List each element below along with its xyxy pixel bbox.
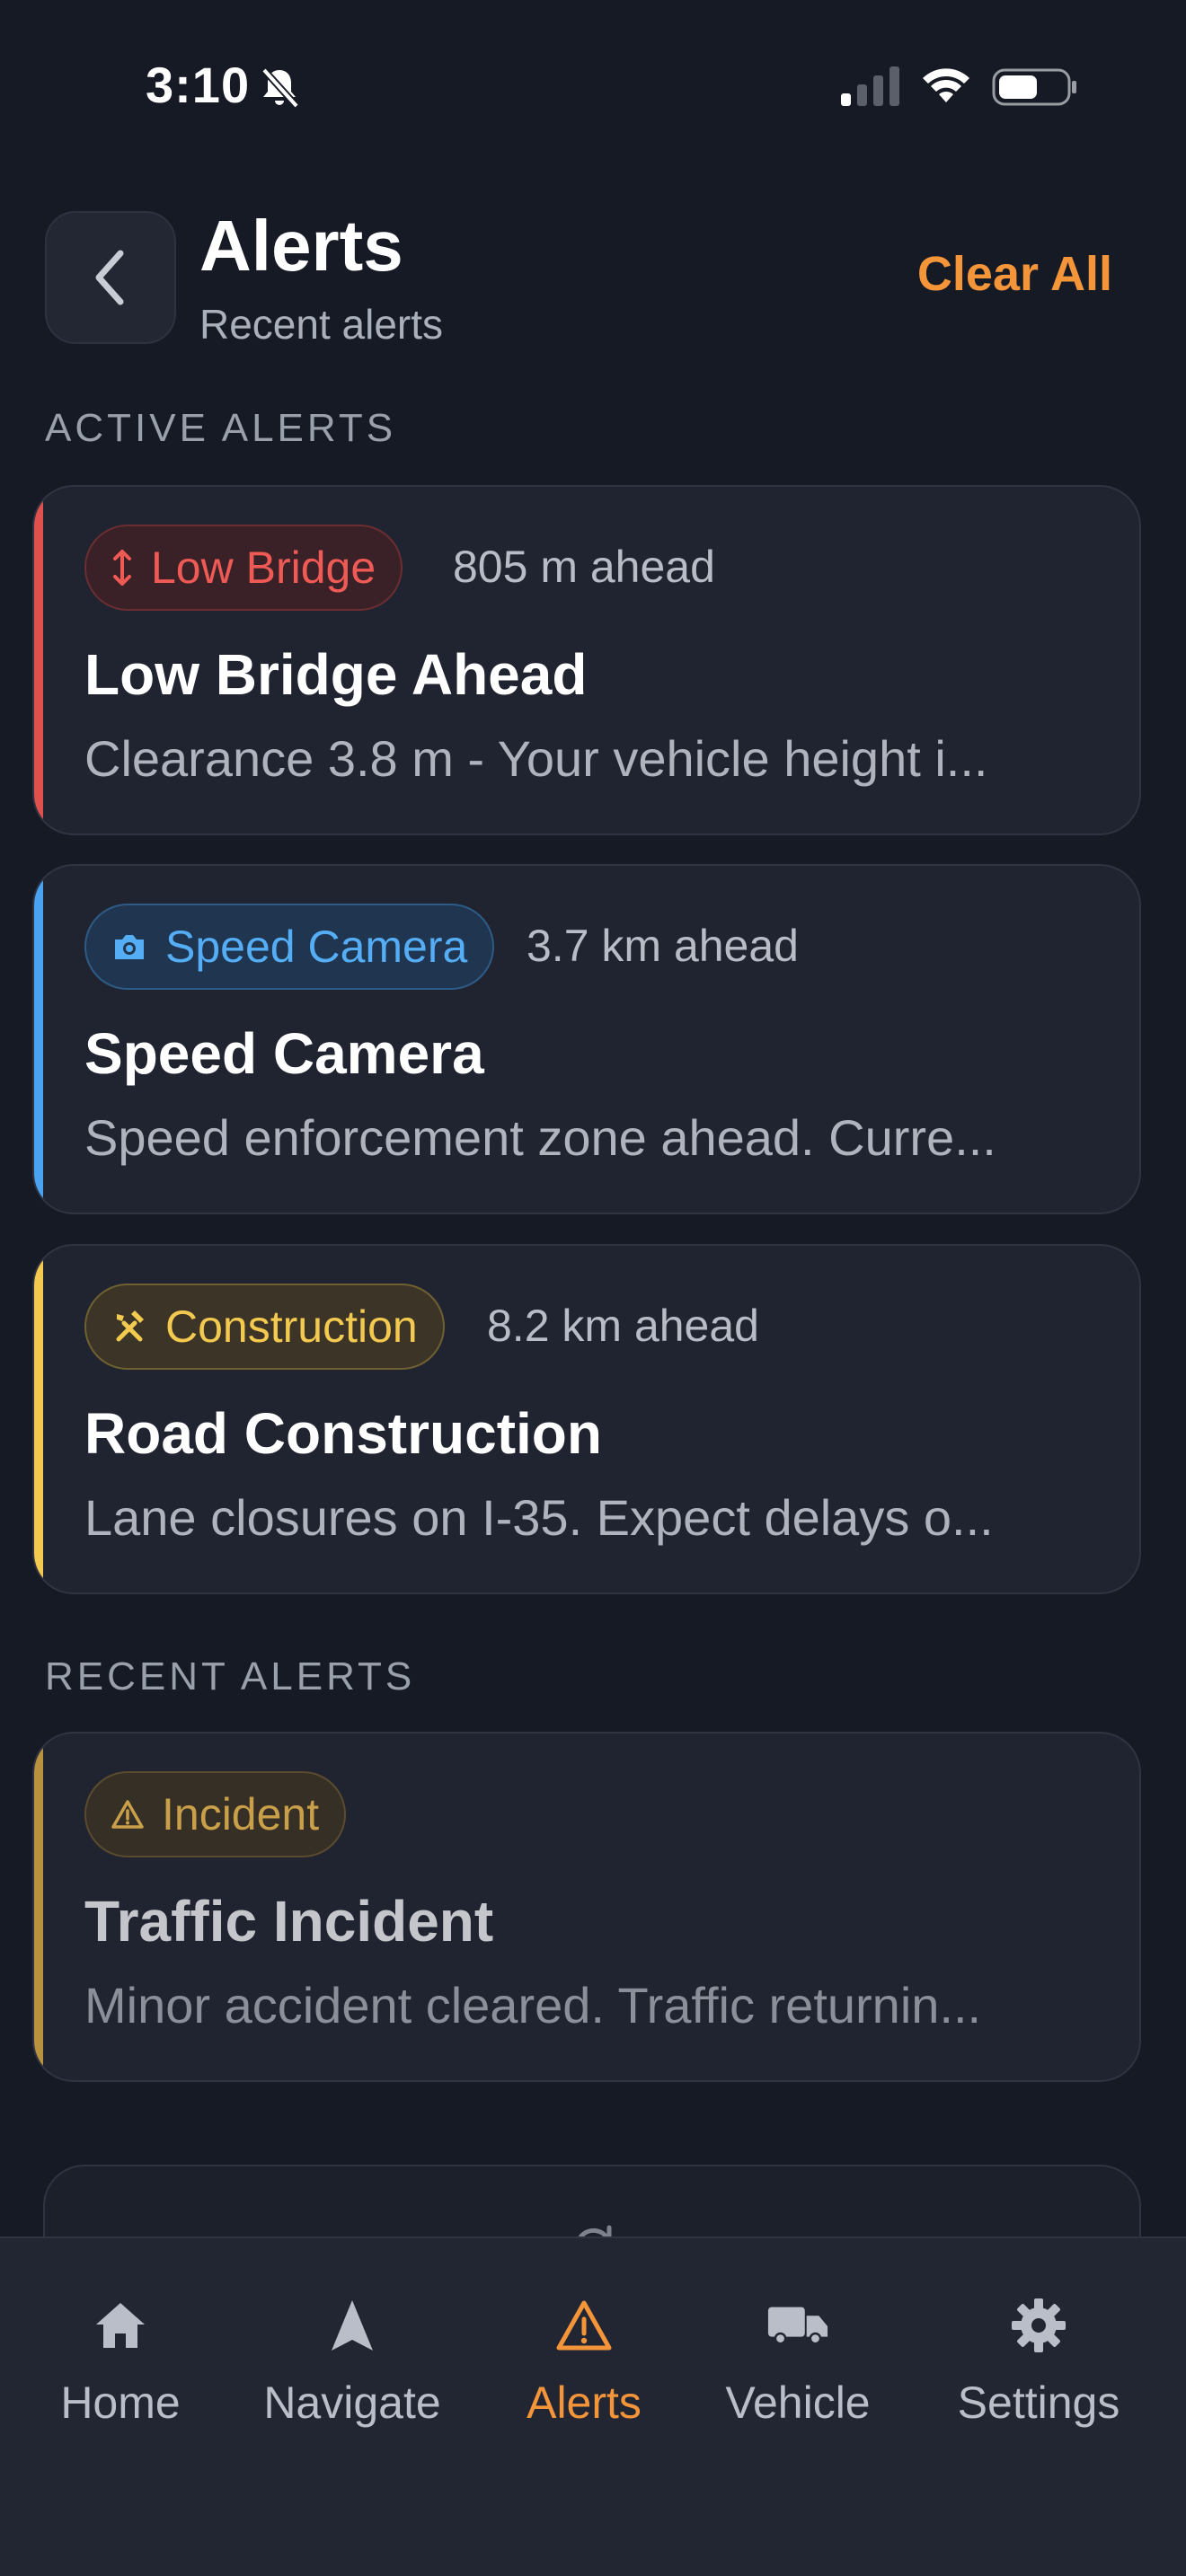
badge-label: Low Bridge (151, 543, 376, 593)
badge-label: Incident (162, 1789, 320, 1839)
tab-home[interactable]: Home (13, 2238, 228, 2472)
alert-card-construction[interactable]: Construction 8.2 km ahead Road Construct… (32, 1244, 1141, 1594)
alert-description: Minor accident cleared. Traffic returnin… (84, 1977, 982, 2033)
warning-icon (111, 1800, 144, 1829)
alert-accent-bar (34, 1734, 43, 2080)
alert-card-low-bridge[interactable]: Low Bridge 805 m ahead Low Bridge Ahead … (32, 485, 1141, 835)
page-title: Alerts (199, 206, 403, 286)
tab-label: Navigate (263, 2378, 441, 2428)
alert-triangle-icon (556, 2300, 612, 2351)
tab-label: Alerts (527, 2378, 642, 2428)
tab-label: Home (60, 2378, 181, 2428)
tab-label: Settings (957, 2378, 1120, 2428)
alert-distance: 3.7 km ahead (527, 921, 799, 971)
battery-icon (992, 68, 1076, 106)
wifi-icon (923, 68, 969, 102)
tab-label: Vehicle (725, 2378, 871, 2428)
home-icon (96, 2303, 145, 2348)
bell-muted-icon (261, 67, 299, 109)
status-bar: 3:10 (0, 0, 1186, 171)
alert-title: Road Construction (84, 1401, 602, 1466)
alert-description: Lane closures on I-35. Expect delays o..… (84, 1489, 994, 1546)
navigate-arrow-icon (332, 2300, 373, 2351)
tab-alerts[interactable]: Alerts (476, 2238, 692, 2472)
alert-title: Speed Camera (84, 1021, 484, 1086)
alert-description: Clearance 3.8 m - Your vehicle height i.… (84, 730, 988, 787)
badge-label: Construction (165, 1301, 418, 1352)
tab-navigate[interactable]: Navigate (244, 2238, 460, 2472)
alert-title: Low Bridge Ahead (84, 642, 588, 707)
alert-card-speed-camera[interactable]: Speed Camera 3.7 km ahead Speed Camera S… (32, 864, 1141, 1214)
back-button[interactable] (45, 211, 176, 344)
section-label-active: ACTIVE ALERTS (45, 406, 397, 450)
truck-icon (767, 2307, 828, 2345)
tab-bar: Home Navigate Alerts Vehicle Settings (0, 2236, 1186, 2576)
badge-label: Speed Camera (165, 922, 468, 972)
alert-type-badge: Construction (84, 1284, 445, 1370)
camera-icon (115, 935, 144, 959)
alert-type-badge: Low Bridge (84, 525, 403, 611)
alert-title: Traffic Incident (84, 1889, 494, 1954)
tab-settings[interactable]: Settings (931, 2238, 1146, 2472)
alert-distance: 805 m ahead (453, 542, 715, 592)
status-time: 3:10 (146, 57, 251, 113)
alert-accent-bar (34, 1246, 43, 1592)
clear-all-button[interactable]: Clear All (917, 246, 1112, 302)
alert-description: Speed enforcement zone ahead. Curre... (84, 1109, 996, 1166)
tab-vehicle[interactable]: Vehicle (690, 2238, 906, 2472)
height-arrow-icon (113, 550, 131, 586)
alert-type-badge: Speed Camera (84, 904, 495, 990)
section-label-recent: RECENT ALERTS (45, 1654, 416, 1698)
page-subtitle: Recent alerts (199, 301, 444, 348)
alert-accent-bar (34, 487, 43, 834)
cellular-signal-icon (841, 66, 899, 106)
chevron-left-icon (95, 250, 124, 305)
alert-type-badge: Incident (84, 1771, 347, 1857)
alert-card-incident[interactable]: Incident Traffic Incident Minor accident… (32, 1732, 1141, 2082)
alert-distance: 8.2 km ahead (487, 1301, 759, 1351)
alerts-screen: 3:10 Alerts Recent alerts Clear All ACTI… (0, 0, 1186, 2576)
tools-icon (116, 1310, 144, 1342)
alert-accent-bar (34, 866, 43, 1213)
gear-icon (1012, 2298, 1066, 2352)
